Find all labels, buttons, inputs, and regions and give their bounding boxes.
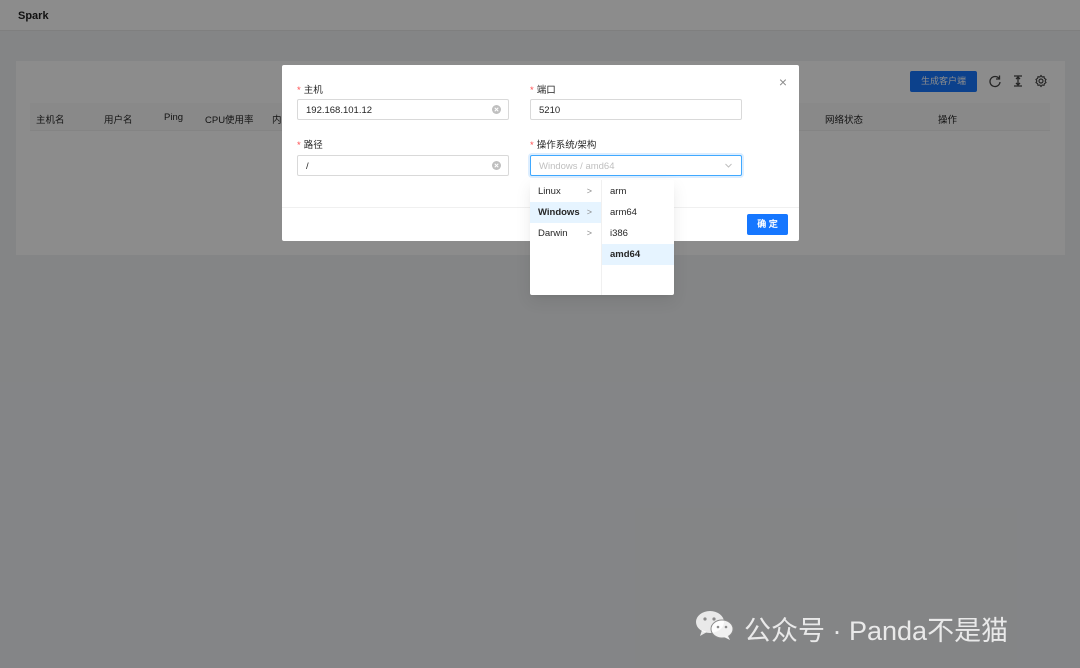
watermark-text: 公众号 · Panda不是猫 — [744, 616, 1009, 646]
host-input[interactable]: 192.168.101.12 — [297, 99, 509, 120]
path-value: / — [306, 161, 309, 172]
os-arch-label: * 操作系统/架构 — [530, 140, 597, 151]
clear-icon[interactable] — [492, 161, 501, 170]
chevron-right-icon: > — [586, 186, 592, 196]
path-input[interactable]: / — [297, 155, 509, 176]
port-label: * 端口 — [530, 85, 556, 96]
path-label: * 路径 — [297, 140, 323, 151]
os-column: Linux > Windows > Darwin > — [530, 180, 602, 295]
ok-button[interactable]: 确 定 — [747, 214, 788, 235]
os-option-label: Windows — [538, 207, 580, 218]
os-arch-label-text: 操作系统/架构 — [536, 140, 597, 151]
chevron-down-icon — [725, 163, 732, 168]
port-value: 5210 — [539, 105, 561, 116]
arch-option-i386[interactable]: i386 — [602, 223, 674, 244]
os-arch-placeholder: Windows / amd64 — [539, 161, 615, 172]
arch-option-arm[interactable]: arm — [602, 181, 674, 202]
os-arch-cascader-menu: Linux > Windows > Darwin > arm arm64 i386 a… — [530, 180, 674, 295]
arch-option-arm64[interactable]: arm64 — [602, 202, 674, 223]
os-option-linux[interactable]: Linux > — [530, 181, 601, 202]
os-option-windows[interactable]: Windows > — [530, 202, 601, 223]
os-option-label: Linux — [538, 186, 561, 197]
chevron-right-icon: > — [586, 207, 592, 217]
arch-column: arm arm64 i386 amd64 — [602, 180, 674, 295]
wechat-icon — [696, 611, 734, 640]
path-label-text: 路径 — [303, 140, 323, 151]
os-option-darwin[interactable]: Darwin > — [530, 223, 601, 244]
port-input[interactable]: 5210 — [530, 99, 742, 120]
os-option-label: Darwin — [538, 228, 568, 239]
port-label-text: 端口 — [536, 85, 556, 96]
arch-option-amd64[interactable]: amd64 — [602, 244, 674, 265]
host-label: * 主机 — [297, 85, 323, 96]
host-value: 192.168.101.12 — [306, 105, 373, 116]
clear-icon[interactable] — [492, 105, 501, 114]
os-arch-cascader-select[interactable]: Windows / amd64 — [530, 155, 742, 176]
chevron-right-icon: > — [586, 228, 592, 238]
host-label-text: 主机 — [303, 85, 323, 96]
close-icon[interactable]: × — [779, 75, 787, 89]
